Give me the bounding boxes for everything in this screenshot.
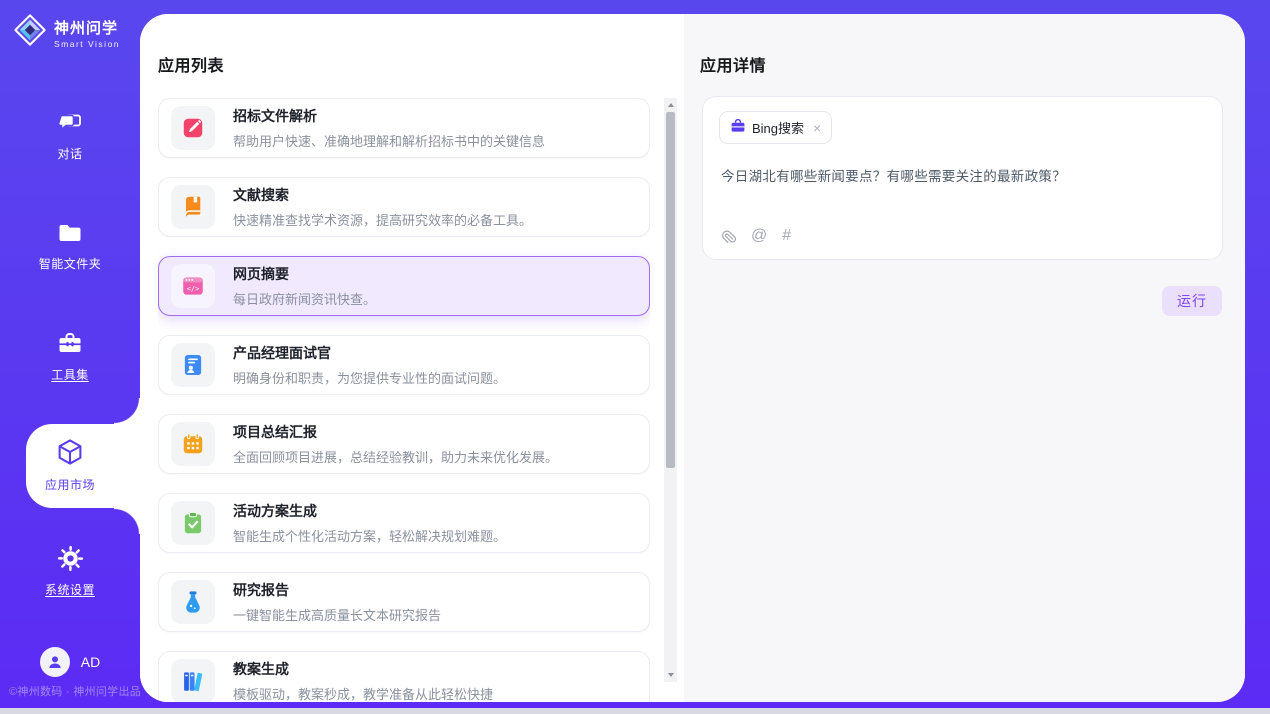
sidebar-item-label: 工具集 xyxy=(0,366,140,383)
scrollbar-thumb[interactable] xyxy=(666,112,675,468)
app-list-panel: 应用列表 招标文件解析帮助用户快速、准确地理解和解析招标书中的关键信息文献搜索快… xyxy=(140,14,684,702)
app-card-list: 招标文件解析帮助用户快速、准确地理解和解析招标书中的关键信息文献搜索快速精准查找… xyxy=(158,98,650,702)
hashtag-icon[interactable]: # xyxy=(782,227,791,245)
query-text[interactable]: 今日湖北有哪些新闻要点？有哪些需要关注的最新政策？ xyxy=(721,165,1204,185)
scrollbar-up-arrow-icon[interactable] xyxy=(664,98,677,112)
app-card-description: 每日政府新闻资讯快查。 xyxy=(233,289,376,308)
folder-icon xyxy=(57,220,83,248)
doc-edit-icon xyxy=(171,106,215,150)
app-card-title: 文献搜索 xyxy=(233,185,532,205)
app-card-research-report[interactable]: 研究报告一键智能生成高质量长文本研究报告 xyxy=(158,572,650,632)
app-card-title: 研究报告 xyxy=(233,580,441,600)
book-icon xyxy=(171,185,215,229)
app-detail-title: 应用详情 xyxy=(700,52,766,76)
sidebar-item-label: 对话 xyxy=(0,145,140,162)
attachment-icon[interactable] xyxy=(721,228,736,245)
mention-icon[interactable]: @ xyxy=(751,227,767,245)
toolbox-icon xyxy=(57,331,83,359)
sidebar-item-label: 智能文件夹 xyxy=(0,255,140,272)
main-content: 应用列表 招标文件解析帮助用户快速、准确地理解和解析招标书中的关键信息文献搜索快… xyxy=(140,14,1245,702)
composer-toolbar: @# xyxy=(721,227,791,245)
books-icon xyxy=(171,659,215,702)
app-card-description: 全面回顾项目进展，总结经验教训，助力未来优化发展。 xyxy=(233,447,558,466)
brand-tagline: Smart Vision xyxy=(54,39,120,49)
app-list-title: 应用列表 xyxy=(158,52,224,76)
app-card-title: 产品经理面试官 xyxy=(233,343,506,363)
app-card-title: 项目总结汇报 xyxy=(233,422,558,442)
app-card-description: 一键智能生成高质量长文本研究报告 xyxy=(233,605,441,624)
interviewer-icon xyxy=(171,343,215,387)
gear-icon xyxy=(57,545,84,573)
app-detail-panel: 应用详情 Bing搜索 × 今日湖北有哪些新闻要点？有哪些需要关注的最新政策？ … xyxy=(684,14,1245,702)
sidebar-item-label: 系统设置 xyxy=(0,581,140,598)
app-card-title: 教案生成 xyxy=(233,659,493,679)
tool-tag-close-icon[interactable]: × xyxy=(813,121,821,135)
app-card-description: 快速精准查找学术资源，提高研究效率的必备工具。 xyxy=(233,210,532,229)
app-card-bid-doc-parse[interactable]: 招标文件解析帮助用户快速、准确地理解和解析招标书中的关键信息 xyxy=(158,98,650,158)
brand-logo: 神州问学 Smart Vision xyxy=(13,13,120,52)
active-nav-bubble-curve-bottom xyxy=(114,508,140,534)
sidebar: 神州问学 Smart Vision 对话智能文件夹工具集应用市场系统设置 AD … xyxy=(0,0,140,708)
sidebar-item-label: 应用市场 xyxy=(0,476,140,493)
tool-tag-label: Bing搜索 xyxy=(752,118,804,137)
app-card-title: 招标文件解析 xyxy=(233,106,545,126)
chat-icon xyxy=(57,110,84,138)
user-label: AD xyxy=(81,654,100,670)
sidebar-item-chat[interactable]: 对话 xyxy=(0,110,140,162)
brand-diamond-icon xyxy=(13,13,47,52)
app-card-event-plan[interactable]: 活动方案生成智能生成个性化活动方案，轻松解决规划难题。 xyxy=(158,493,650,553)
app-card-description: 明确身份和职责，为您提供专业性的面试问题。 xyxy=(233,368,506,387)
copyright-footer: ©神州数码 · 神州问学出品 xyxy=(9,683,140,699)
app-card-web-summary[interactable]: </> 网页摘要每日政府新闻资讯快查。 xyxy=(158,256,650,316)
run-button[interactable]: 运行 xyxy=(1162,286,1222,316)
flask-icon xyxy=(171,580,215,624)
sidebar-item-system-settings[interactable]: 系统设置 xyxy=(0,545,140,598)
svg-text:</>: </> xyxy=(187,284,200,293)
scrollbar-down-arrow-icon[interactable] xyxy=(664,668,677,682)
app-card-title: 活动方案生成 xyxy=(233,501,506,521)
app-card-title: 网页摘要 xyxy=(233,264,376,284)
cube-icon xyxy=(55,437,85,465)
sidebar-item-toolset[interactable]: 工具集 xyxy=(0,331,140,383)
app-card-description: 模板驱动，教案秒成，教学准备从此轻松快捷 xyxy=(233,684,493,702)
scrollbar[interactable] xyxy=(664,98,677,682)
active-nav-bubble-curve-top xyxy=(114,398,140,424)
brand-name: 神州问学 xyxy=(54,17,120,38)
app-card-pm-interviewer[interactable]: 产品经理面试官明确身份和职责，为您提供专业性的面试问题。 xyxy=(158,335,650,395)
briefcase-icon xyxy=(730,118,746,137)
user-profile[interactable]: AD xyxy=(0,647,140,677)
app-card-description: 智能生成个性化活动方案，轻松解决规划难题。 xyxy=(233,526,506,545)
app-card-project-summary[interactable]: 项目总结汇报全面回顾项目进展，总结经验教训，助力未来优化发展。 xyxy=(158,414,650,474)
web-code-icon: </> xyxy=(171,264,215,308)
tool-tag-bing-search[interactable]: Bing搜索 × xyxy=(719,111,832,144)
clipboard-check-icon xyxy=(171,501,215,545)
app-card-lesson-plan[interactable]: 教案生成模板驱动，教案秒成，教学准备从此轻松快捷 xyxy=(158,651,650,702)
app-card-description: 帮助用户快速、准确地理解和解析招标书中的关键信息 xyxy=(233,131,545,150)
sidebar-item-smart-folders[interactable]: 智能文件夹 xyxy=(0,220,140,272)
avatar xyxy=(40,647,70,677)
calendar-icon xyxy=(171,422,215,466)
sidebar-item-app-market[interactable]: 应用市场 xyxy=(0,437,140,493)
prompt-input-card[interactable]: Bing搜索 × 今日湖北有哪些新闻要点？有哪些需要关注的最新政策？ @# xyxy=(702,96,1223,260)
app-card-literature-search[interactable]: 文献搜索快速精准查找学术资源，提高研究效率的必备工具。 xyxy=(158,177,650,237)
